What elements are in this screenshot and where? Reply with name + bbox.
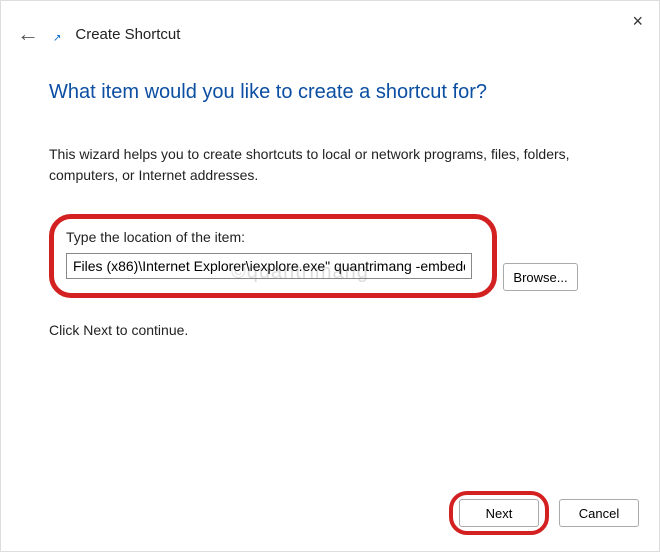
location-input[interactable] xyxy=(66,253,472,279)
location-label: Type the location of the item: xyxy=(66,229,478,245)
dialog-footer: Next Cancel xyxy=(449,491,639,535)
back-arrow-icon[interactable]: ← xyxy=(17,23,39,45)
next-button[interactable]: Next xyxy=(459,499,539,527)
page-heading: What item would you like to create a sho… xyxy=(49,81,611,104)
location-highlight: Type the location of the item: xyxy=(49,214,497,298)
page-description: This wizard helps you to create shortcut… xyxy=(49,144,611,186)
dialog-header: ← ↗ Create Shortcut xyxy=(1,1,659,53)
continue-hint: Click Next to continue. xyxy=(49,322,611,338)
cancel-button[interactable]: Cancel xyxy=(559,499,639,527)
dialog-content: What item would you like to create a sho… xyxy=(1,53,659,338)
shortcut-icon: ↗ xyxy=(53,33,61,44)
close-icon[interactable]: × xyxy=(632,11,643,32)
next-highlight: Next xyxy=(449,491,549,535)
browse-button[interactable]: Browse... xyxy=(503,263,578,291)
dialog-title: Create Shortcut xyxy=(75,26,180,43)
create-shortcut-dialog: × ← ↗ Create Shortcut What item would yo… xyxy=(0,0,660,552)
